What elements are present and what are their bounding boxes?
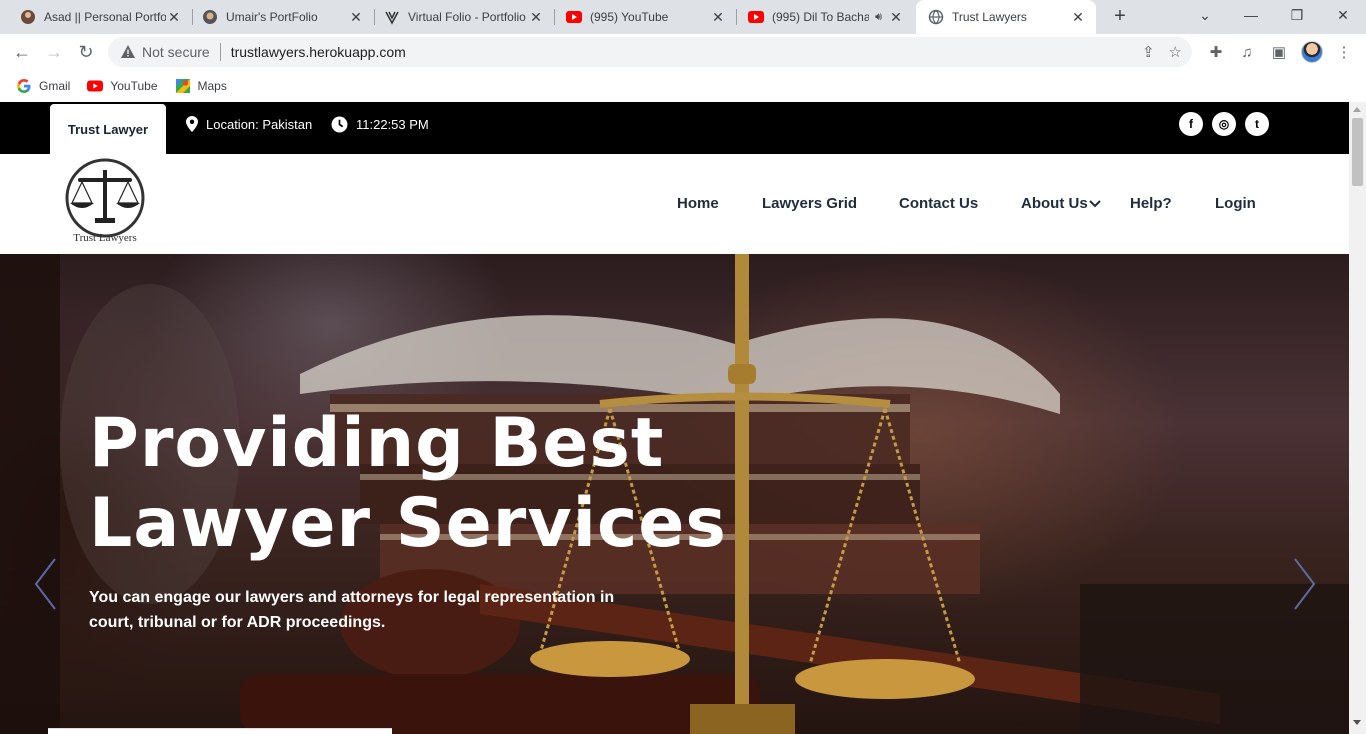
tab-title: Asad || Personal Portfo <box>44 10 166 24</box>
nav-about-us[interactable]: About Us <box>1021 195 1088 212</box>
location-text: Location: Pakistan <box>206 116 313 132</box>
omnibox-divider <box>219 43 221 61</box>
carousel-prev-icon[interactable] <box>30 554 60 614</box>
hero-title: Providing Best Lawyer Services <box>89 404 789 564</box>
speaker-icon[interactable]: 🔊︎ <box>875 11 882 24</box>
google-icon <box>17 79 31 93</box>
bookmark-maps[interactable]: Maps <box>175 78 227 94</box>
tab-search-icon[interactable]: ⌄ <box>1182 0 1228 30</box>
v-logo-favicon-icon <box>384 9 400 25</box>
forward-icon[interactable]: → <box>42 40 66 64</box>
instagram-icon[interactable]: ◎ <box>1212 112 1236 136</box>
hero-subtitle: You can engage our lawyers and attorneys… <box>89 589 615 631</box>
browser-tab[interactable]: Asad || Personal Portfo ✕ <box>8 0 192 34</box>
youtube-favicon-icon <box>748 9 764 25</box>
address-bar[interactable]: Not secure trustlawyers.herokuapp.com ⇪ … <box>108 37 1192 67</box>
menu-kebab-icon[interactable]: ⋮ <box>1333 42 1355 64</box>
tab-title: Umair's PortFolio <box>226 10 318 24</box>
map-pin-icon <box>186 116 198 132</box>
portrait-favicon-icon <box>202 9 218 25</box>
time-text: 11:22:53 PM <box>356 117 429 132</box>
bookmark-label: YouTube <box>110 79 158 93</box>
tab-title: (995) YouTube <box>590 10 669 24</box>
tab-strip: Asad || Personal Portfo ✕ Umair's PortFo… <box>0 0 1366 34</box>
browser-tab[interactable]: Umair's PortFolio ✕ <box>190 0 374 34</box>
scrollbar-thumb[interactable] <box>1352 118 1363 186</box>
bookmarks-bar: Gmail YouTube Maps <box>0 70 1366 102</box>
close-tab-icon[interactable]: ✕ <box>528 9 544 26</box>
youtube-icon <box>87 80 104 92</box>
page-scrollbar[interactable] <box>1349 102 1366 734</box>
url-text[interactable]: trustlawyers.herokuapp.com <box>231 44 406 60</box>
restore-icon[interactable]: ❐ <box>1274 0 1320 30</box>
clock-icon <box>331 116 348 133</box>
logo-text: Trust Lawyers <box>73 232 137 244</box>
tab-title: Virtual Folio - Portfolio <box>408 10 526 24</box>
maps-icon <box>175 79 190 93</box>
tab-title: (995) Dil To Bacha <box>772 10 870 24</box>
time-info: 11:22:53 PM <box>331 116 429 133</box>
facebook-icon[interactable]: f <box>1179 112 1203 136</box>
nav-login[interactable]: Login <box>1215 195 1256 212</box>
browser-tab[interactable]: Virtual Folio - Portfolio ✕ <box>372 0 554 34</box>
top-info-bar: Trust Lawyer Location: Pakistan 11:22:53… <box>0 102 1349 156</box>
youtube-favicon-icon <box>566 9 582 25</box>
chevron-down-icon[interactable] <box>1089 199 1101 209</box>
close-window-icon[interactable]: ✕ <box>1320 0 1366 30</box>
extensions-icon[interactable]: ✚ <box>1205 42 1227 64</box>
back-icon[interactable]: ← <box>10 40 34 64</box>
close-tab-icon[interactable]: ✕ <box>166 9 182 26</box>
nav-help[interactable]: Help? <box>1130 195 1172 212</box>
bookmark-label: Gmail <box>39 79 71 93</box>
browser-tab[interactable]: (995) Dil To Bacha 🔊︎ ✕ <box>736 0 914 34</box>
location-info: Location: Pakistan <box>186 116 312 132</box>
page-viewport: Trust Lawyer Location: Pakistan 11:22:53… <box>0 102 1349 734</box>
bookmark-gmail[interactable]: Gmail <box>16 78 70 94</box>
bookmark-label: Maps <box>197 79 227 93</box>
nav-home[interactable]: Home <box>677 195 719 212</box>
twitter-icon[interactable]: t <box>1245 112 1269 136</box>
hero-carousel: Providing Best Lawyer Services You can e… <box>0 254 1349 734</box>
close-tab-icon[interactable]: ✕ <box>710 9 726 26</box>
globe-favicon-icon <box>928 9 944 25</box>
bookmark-youtube[interactable]: YouTube <box>87 78 158 94</box>
hero-title-line-2: Lawyer Services <box>89 484 727 563</box>
browser-tab-active[interactable]: Trust Lawyers ✕ <box>916 0 1096 34</box>
side-panel-icon[interactable]: ▣ <box>1268 42 1290 64</box>
warning-icon[interactable] <box>120 44 136 60</box>
media-control-icon[interactable]: ♫ <box>1236 42 1258 64</box>
bottom-popup-edge <box>48 728 392 734</box>
reload-icon[interactable]: ↻ <box>74 40 98 64</box>
profile-avatar[interactable] <box>1301 41 1323 63</box>
browser-tab[interactable]: (995) YouTube ✕ <box>554 0 736 34</box>
bookmark-star-icon[interactable]: ☆ <box>1169 43 1182 61</box>
scroll-down-icon[interactable] <box>1353 720 1361 725</box>
carousel-next-icon[interactable] <box>1290 554 1320 614</box>
portrait-favicon-icon <box>20 9 36 25</box>
nav-contact-us[interactable]: Contact Us <box>899 195 978 212</box>
browser-toolbar: ← → ↻ Not secure trustlawyers.herokuapp.… <box>0 34 1366 70</box>
scroll-up-icon[interactable] <box>1353 107 1361 112</box>
hero-title-line-1: Providing Best <box>89 404 665 483</box>
close-tab-icon[interactable]: ✕ <box>348 9 364 26</box>
minimize-icon[interactable]: — <box>1228 0 1274 30</box>
close-tab-icon[interactable]: ✕ <box>1070 9 1086 26</box>
brand-tab[interactable]: Trust Lawyer <box>50 104 166 156</box>
nav-lawyers-grid[interactable]: Lawyers Grid <box>762 195 857 212</box>
close-tab-icon[interactable]: ✕ <box>888 9 904 26</box>
share-icon[interactable]: ⇪ <box>1142 43 1155 61</box>
security-label[interactable]: Not secure <box>142 44 210 60</box>
tab-title: Trust Lawyers <box>952 10 1027 24</box>
new-tab-icon[interactable]: + <box>1108 5 1132 29</box>
main-navbar: Trust Lawyers Home Lawyers Grid Contact … <box>0 154 1349 254</box>
